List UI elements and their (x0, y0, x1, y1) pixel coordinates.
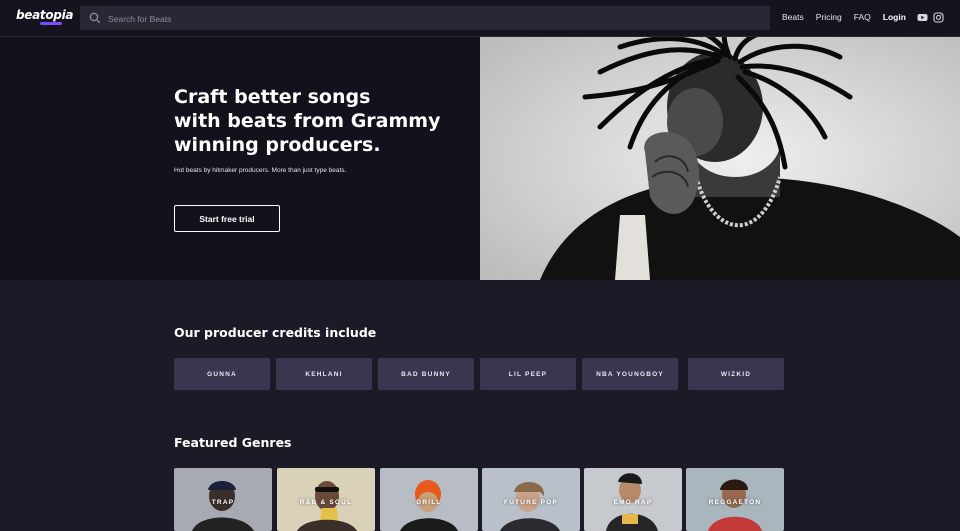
genre-label: FUTURE POP (504, 499, 558, 506)
hero-title-line: winning producers. (174, 134, 381, 156)
hero-photo-illustration (480, 37, 960, 280)
credit-chip[interactable]: NBA YOUNGBOY (582, 358, 678, 390)
credits-title: Our producer credits include (174, 325, 377, 340)
youtube-icon[interactable] (917, 12, 928, 23)
genre-label: R&B & SOUL (299, 499, 353, 506)
nav-links: Beats Pricing FAQ Login (782, 12, 918, 22)
logo[interactable]: beatopia (16, 8, 74, 22)
nav-link-beats[interactable]: Beats (782, 12, 804, 22)
genre-card-trap[interactable]: TRAP (174, 468, 272, 531)
nav-link-faq[interactable]: FAQ (854, 12, 871, 22)
hero-subtitle: Hot beats by hitmaker producers. More th… (174, 167, 347, 174)
search-bar (80, 6, 770, 32)
genre-label: REGGAETON (708, 499, 762, 506)
genre-card-rnb-soul[interactable]: R&B & SOUL (277, 468, 375, 531)
nav-link-pricing[interactable]: Pricing (816, 12, 842, 22)
hero-title-line: Craft better songs (174, 86, 371, 108)
genre-card-emo-rap[interactable]: EMO RAP (584, 468, 682, 531)
login-link[interactable]: Login (883, 12, 906, 22)
genre-label: EMO RAP (613, 499, 653, 506)
genre-label: DRILL (416, 499, 442, 506)
logo-underline (40, 22, 62, 25)
genre-card-reggaeton[interactable]: REGGAETON (686, 468, 784, 531)
credit-chip[interactable]: GUNNA (174, 358, 270, 390)
hero-title: Craft better songs with beats from Gramm… (174, 85, 474, 157)
genre-card-drill[interactable]: DRILL (380, 468, 478, 531)
credit-chip[interactable]: LIL PEEP (480, 358, 576, 390)
genre-label: TRAP (211, 499, 235, 506)
start-free-trial-button[interactable]: Start free trial (174, 205, 280, 232)
instagram-icon[interactable] (933, 12, 944, 23)
genres-title: Featured Genres (174, 435, 292, 450)
genres-list: TRAP R&B & SOUL DRILL FUTURE POP EMO RAP… (174, 468, 786, 531)
credit-chip[interactable]: WIZKID (688, 358, 784, 390)
credit-chip[interactable]: BAD BUNNY (378, 358, 474, 390)
credit-chip[interactable]: KEHLANI (276, 358, 372, 390)
search-input[interactable] (106, 6, 750, 32)
hero-section: Craft better songs with beats from Gramm… (0, 37, 960, 280)
genre-card-future-pop[interactable]: FUTURE POP (482, 468, 580, 531)
top-nav: beatopia Beats Pricing FAQ Login (0, 0, 960, 37)
search-icon (89, 12, 101, 24)
hero-title-line: with beats from Grammy (174, 110, 441, 132)
hero-photo (480, 37, 960, 280)
credits-list: GUNNA KEHLANI BAD BUNNY LIL PEEP NBA YOU… (174, 358, 786, 390)
